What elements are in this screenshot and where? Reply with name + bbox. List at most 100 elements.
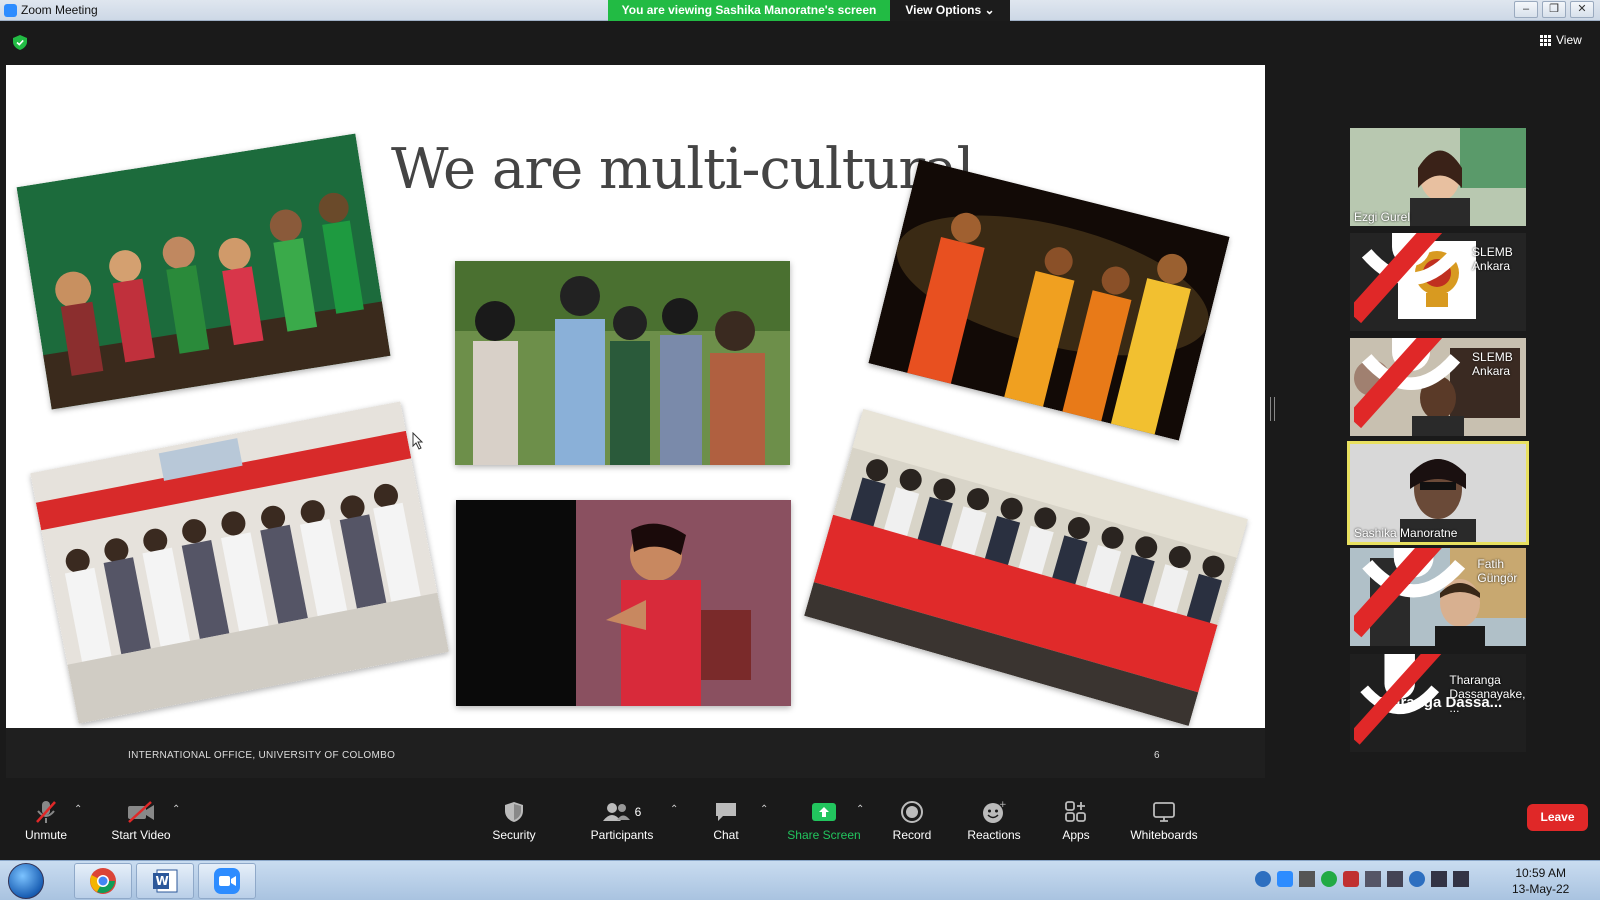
participant-tile[interactable]: Tharanga Dassa... Tharanga Dassanayake, … xyxy=(1350,654,1526,752)
security-button[interactable]: Security xyxy=(484,798,544,842)
muted-mic-icon xyxy=(1354,338,1461,428)
video-options-caret[interactable]: ⌃ xyxy=(172,804,180,815)
word-icon: W xyxy=(153,869,178,893)
slide-footer-text: INTERNATIONAL OFFICE, UNIVERSITY OF COLO… xyxy=(128,750,396,761)
encryption-shield-icon[interactable] xyxy=(13,35,27,50)
whiteboard-icon xyxy=(1153,802,1175,822)
view-layout-label: View xyxy=(1556,33,1582,47)
system-clock[interactable]: 10:59 AM 13-May-22 xyxy=(1512,865,1569,897)
window-title: Zoom Meeting xyxy=(21,3,98,17)
meeting-toolbar: Unmute ⌃ Start Video ⌃ Security 6 Partic… xyxy=(0,792,1600,860)
participant-name: Tharanga Dassanayake, ... xyxy=(1354,654,1526,750)
minimize-button[interactable]: – xyxy=(1514,1,1538,18)
gallery-resize-handle[interactable] xyxy=(1270,397,1275,421)
slide-photo-confucius-institute-banner xyxy=(804,409,1248,726)
view-layout-button[interactable]: View xyxy=(1540,33,1582,47)
clock-time: 10:59 AM xyxy=(1515,866,1567,880)
svg-text:W: W xyxy=(156,874,169,888)
zoom-tray-icon[interactable] xyxy=(1277,871,1293,887)
view-options-button[interactable]: View Options ⌄ xyxy=(890,0,1010,21)
participant-name: SLEMB Ankara xyxy=(1354,338,1526,434)
whiteboards-button[interactable]: Whiteboards xyxy=(1128,798,1200,842)
muted-mic-icon xyxy=(1354,654,1442,745)
start-video-label: Start Video xyxy=(111,828,171,842)
slide-photo-students-walking xyxy=(455,261,790,465)
muted-mic-icon xyxy=(1354,233,1461,323)
whiteboards-label: Whiteboards xyxy=(1130,828,1198,842)
chat-button[interactable]: Chat xyxy=(704,798,748,842)
volume-icon[interactable] xyxy=(1365,871,1381,887)
chevron-down-icon: ⌄ xyxy=(984,3,995,17)
taskbar-chrome[interactable] xyxy=(74,863,132,899)
grid-icon xyxy=(1540,34,1551,46)
network-icon[interactable] xyxy=(1299,871,1315,887)
bluetooth-icon[interactable] xyxy=(1409,871,1425,887)
video-off-icon xyxy=(128,801,154,823)
mail-icon[interactable] xyxy=(1387,871,1403,887)
participant-name: Fatih Güngör xyxy=(1354,548,1526,644)
close-button[interactable]: ✕ xyxy=(1570,1,1594,18)
screen-share-banner: You are viewing Sashika Manoratne's scre… xyxy=(608,0,890,21)
chrome-icon xyxy=(90,868,116,894)
apps-icon xyxy=(1065,801,1086,822)
os-taskbar: W 10:59 AM 13-May-22 xyxy=(0,860,1600,900)
slide-title: We are multi-cultural xyxy=(391,137,974,202)
chat-bubble-icon xyxy=(716,803,736,821)
record-icon xyxy=(901,801,923,823)
participants-icon xyxy=(602,803,630,821)
slide-page-number: 6 xyxy=(1154,750,1160,761)
participant-tile[interactable]: SLEMB Ankara xyxy=(1350,233,1526,331)
start-video-button[interactable]: Start Video xyxy=(105,798,177,842)
clock-date: 13-May-22 xyxy=(1512,882,1570,896)
smiley-icon: + xyxy=(983,800,1006,823)
start-button[interactable] xyxy=(8,863,44,899)
apps-label: Apps xyxy=(1062,828,1090,842)
reactions-button[interactable]: + Reactions xyxy=(962,798,1026,842)
participants-count: 6 xyxy=(634,805,642,819)
participant-tile[interactable]: SLEMB Ankara xyxy=(1350,338,1526,436)
participant-tile-active-speaker[interactable]: Sashika Manoratne xyxy=(1347,441,1529,545)
help-icon[interactable] xyxy=(1255,871,1271,887)
flag-icon[interactable] xyxy=(1431,871,1447,887)
slide-footer: INTERNATIONAL OFFICE, UNIVERSITY OF COLO… xyxy=(6,728,1265,778)
security-label: Security xyxy=(492,828,536,842)
taskbar-zoom[interactable] xyxy=(198,863,256,899)
svg-text:+: + xyxy=(999,800,1006,810)
antivirus-icon[interactable] xyxy=(1343,871,1359,887)
participants-options-caret[interactable]: ⌃ xyxy=(670,804,678,815)
taskbar-word[interactable]: W xyxy=(136,863,194,899)
audio-options-caret[interactable]: ⌃ xyxy=(74,804,82,815)
shared-slide: We are multi-cultural xyxy=(6,65,1265,728)
reactions-label: Reactions xyxy=(967,828,1021,842)
muted-mic-icon xyxy=(36,801,56,823)
window-titlebar: Zoom Meeting You are viewing Sashika Man… xyxy=(0,0,1600,21)
record-button[interactable]: Record xyxy=(887,798,937,842)
display-icon[interactable] xyxy=(1453,871,1469,887)
apps-button[interactable]: Apps xyxy=(1056,798,1096,842)
chat-options-caret[interactable]: ⌃ xyxy=(760,804,768,815)
restore-button[interactable]: ❐ xyxy=(1542,1,1566,18)
participant-name: Ezgi Gurel xyxy=(1354,210,1411,224)
participant-tile[interactable]: Fatih Güngör xyxy=(1350,548,1526,646)
unmute-label: Unmute xyxy=(24,828,68,842)
view-options-label: View Options xyxy=(905,3,982,17)
mouse-cursor-icon xyxy=(412,432,424,450)
participant-name: Sashika Manoratne xyxy=(1354,526,1458,540)
zoom-icon xyxy=(214,868,240,894)
participants-label: Participants xyxy=(590,828,654,842)
share-options-caret[interactable]: ⌃ xyxy=(856,804,864,815)
system-tray xyxy=(1255,871,1469,887)
share-screen-button[interactable]: Share Screen xyxy=(786,798,862,842)
zoom-app-icon xyxy=(4,4,17,17)
record-label: Record xyxy=(892,828,932,842)
slide-photo-dancers-stage xyxy=(16,133,391,410)
slide-photo-dancers-night xyxy=(868,159,1230,441)
share-screen-icon xyxy=(812,803,836,821)
slide-photo-confucius-day-group xyxy=(30,401,449,724)
security-tray-icon[interactable] xyxy=(1321,871,1337,887)
slide-photo-solo-dancer xyxy=(456,500,791,706)
participants-button[interactable]: 6 Participants xyxy=(586,798,658,842)
participant-tile[interactable]: Ezgi Gurel xyxy=(1350,128,1526,226)
leave-button[interactable]: Leave xyxy=(1527,804,1588,831)
unmute-button[interactable]: Unmute xyxy=(18,798,74,842)
